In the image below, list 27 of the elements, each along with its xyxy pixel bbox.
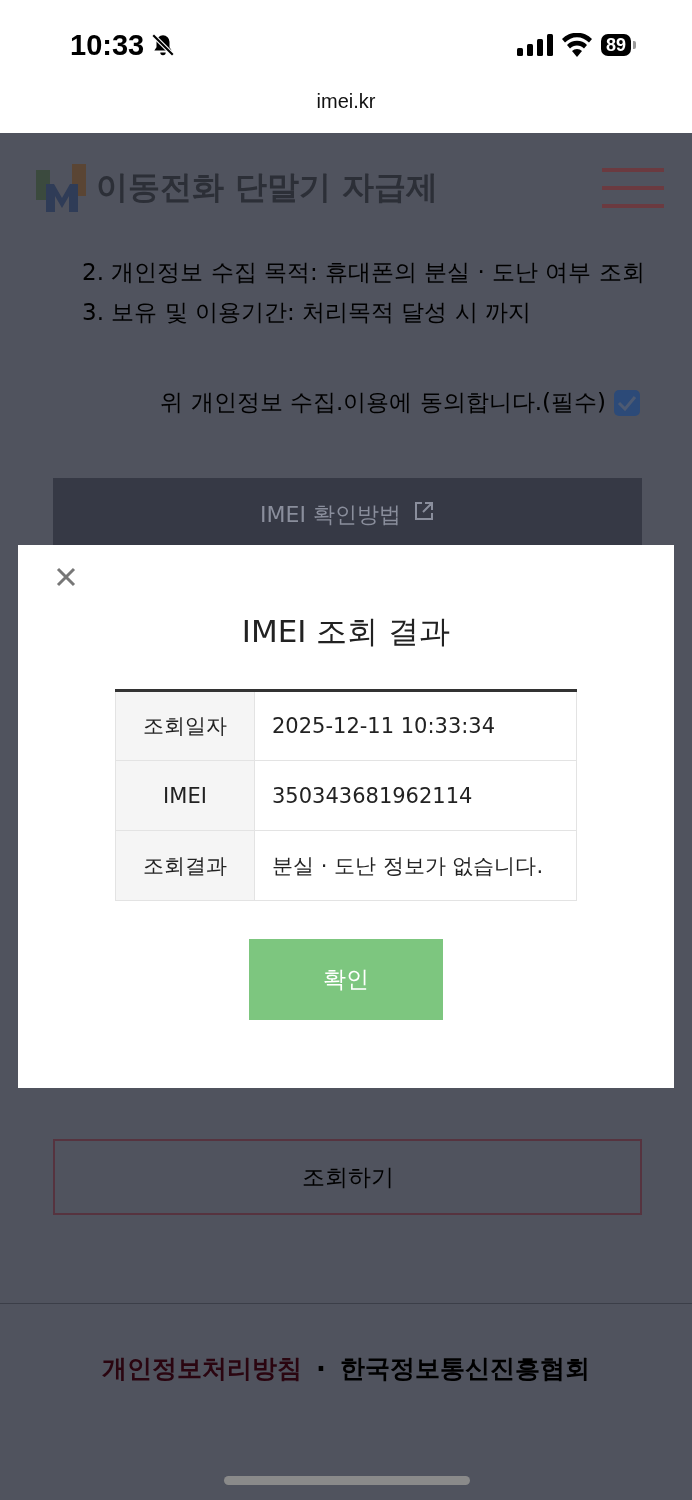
table-cell: 2025-12-11 10:33:34 xyxy=(254,690,577,761)
url-text[interactable]: imei.kr xyxy=(316,90,376,113)
bell-muted-icon xyxy=(150,32,177,58)
table-cell: 분실 · 도난 정보가 없습니다. xyxy=(254,830,577,901)
signal-icon xyxy=(516,34,553,56)
consent-checkbox[interactable] xyxy=(614,389,640,416)
notice-line: 3. 보유 및 이용기간: 처리목적 달성 시 까지 xyxy=(82,298,532,327)
table-header-cell: 조회결과 xyxy=(115,830,255,901)
consent-label: 위 개인정보 수집.이용에 동의합니다.(필수) xyxy=(160,388,606,417)
footer-link[interactable]: 한국정보통신진흥협회 xyxy=(339,1352,590,1385)
menu-icon[interactable] xyxy=(602,168,664,208)
battery-level: 89 xyxy=(600,34,631,56)
wifi-icon xyxy=(560,33,593,57)
close-icon[interactable] xyxy=(54,565,78,589)
external-link-icon xyxy=(412,500,435,522)
footer-link[interactable]: 개인정보처리방침 xyxy=(102,1352,303,1385)
status-time: 10:33 xyxy=(70,28,145,62)
table-header-cell: IMEI xyxy=(115,760,255,831)
table-header-cell: 조회일자 xyxy=(115,690,255,761)
guide-label: IMEI 확인방법 xyxy=(260,501,401,529)
search-button[interactable]: 조회하기 xyxy=(53,1139,642,1215)
logo-icon xyxy=(36,164,88,212)
footer-separator: · xyxy=(316,1353,326,1384)
dialog-title: IMEI 조회 결과 xyxy=(241,612,451,651)
confirm-button[interactable]: 확인 xyxy=(249,939,443,1020)
notice-line: 2. 개인정보 수집 목적: 휴대폰의 분실 · 도난 여부 조회 xyxy=(82,258,646,287)
table-cell: 350343681962114 xyxy=(254,760,577,831)
